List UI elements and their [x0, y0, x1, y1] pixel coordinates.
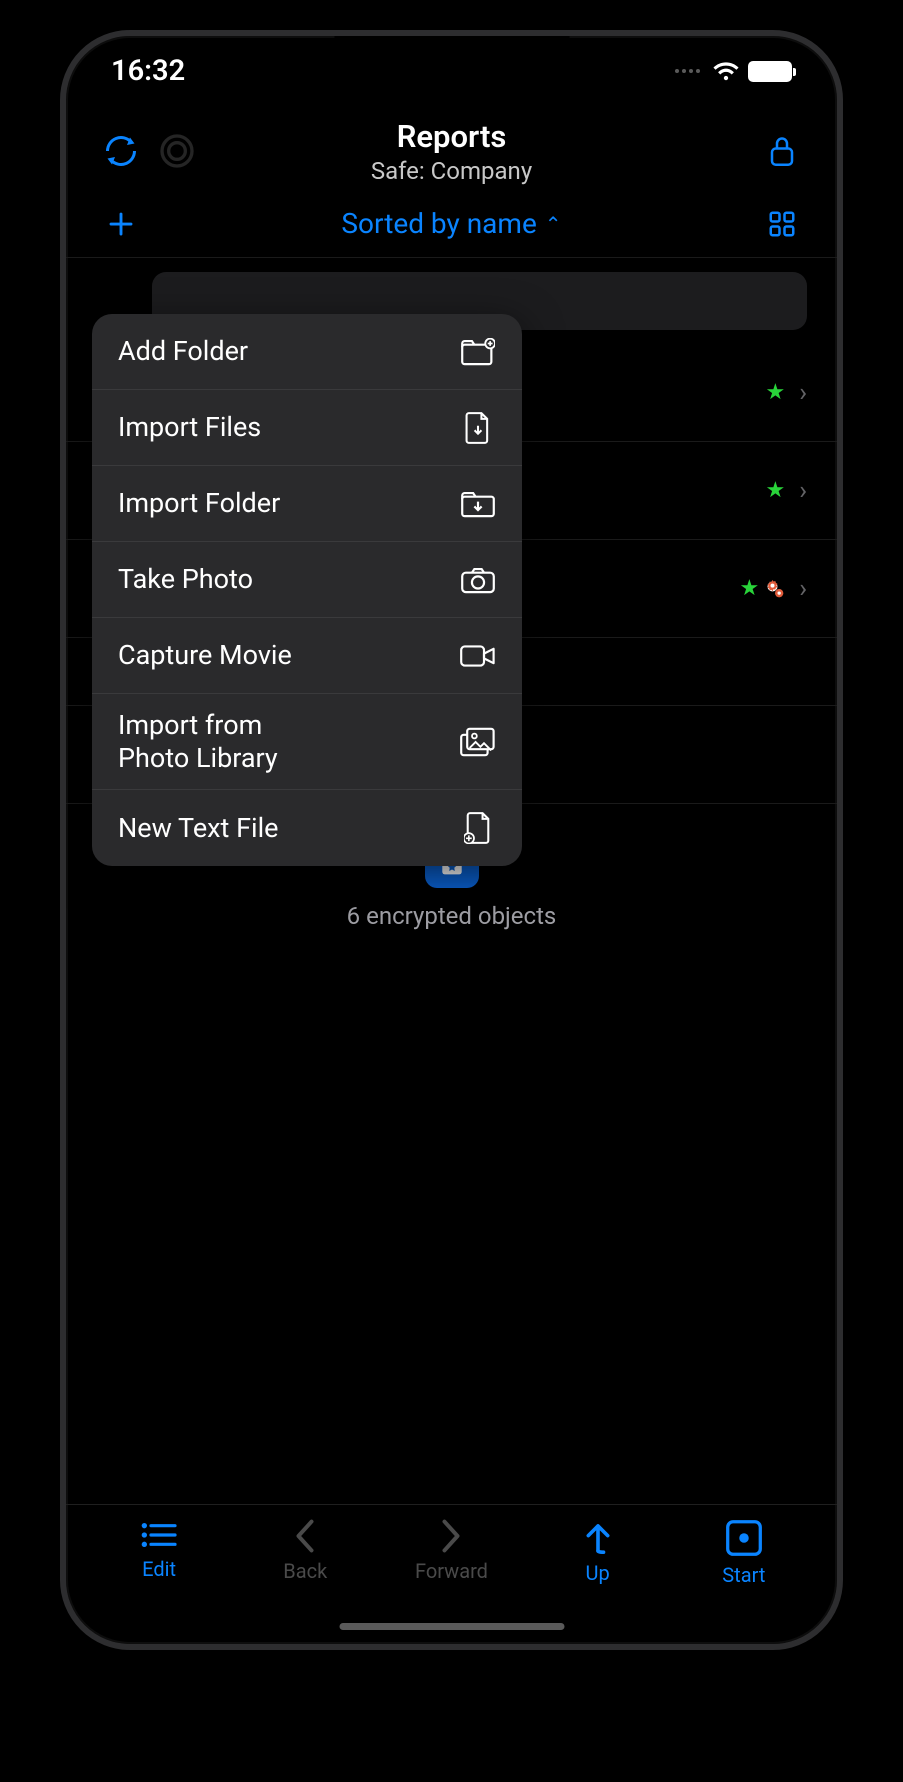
toolbar-back: Back — [255, 1519, 355, 1583]
menu-take-photo[interactable]: Take Photo — [92, 542, 522, 618]
sort-row: Sorted by name ⌃ — [66, 196, 837, 251]
toolbar-label: Forward — [415, 1559, 488, 1583]
toolbar-label: Start — [722, 1563, 765, 1587]
toolbar-label: Up — [586, 1561, 610, 1585]
page-title: Reports — [206, 118, 697, 155]
menu-import-files[interactable]: Import Files — [92, 390, 522, 466]
folder-plus-icon — [460, 338, 496, 366]
menu-capture-movie[interactable]: Capture Movie — [92, 618, 522, 694]
menu-label: Import Folder — [118, 487, 280, 519]
add-button[interactable] — [96, 199, 146, 249]
menu-add-folder[interactable]: Add Folder — [92, 314, 522, 390]
file-new-icon — [460, 812, 496, 844]
favorite-star-icon: ★ — [765, 478, 785, 503]
toolbar-up[interactable]: Up — [548, 1519, 648, 1585]
chevron-right-icon: › — [799, 378, 807, 408]
toolbar-label: Back — [283, 1559, 327, 1583]
add-menu-popover: Add Folder Import Files Import Folder Ta… — [92, 314, 522, 866]
status-time: 16:32 — [111, 54, 185, 88]
wifi-icon — [713, 61, 739, 81]
menu-label: Capture Movie — [118, 639, 292, 671]
video-icon — [460, 644, 496, 668]
sync-gear-icon — [765, 579, 785, 599]
grid-view-button[interactable] — [757, 199, 807, 249]
menu-label: Import Files — [118, 411, 261, 443]
sort-label: Sorted by name — [341, 207, 536, 240]
chevron-right-icon: › — [799, 574, 807, 604]
chevron-right-icon: › — [799, 476, 807, 506]
camera-icon — [460, 566, 496, 594]
page-subtitle: Safe: Company — [206, 157, 697, 185]
sort-control[interactable]: Sorted by name ⌃ — [146, 207, 757, 240]
home-indicator[interactable] — [339, 1623, 564, 1630]
toolbar-start[interactable]: Start — [694, 1519, 794, 1587]
cellular-dots-icon — [675, 69, 700, 73]
menu-import-folder[interactable]: Import Folder — [92, 466, 522, 542]
menu-label: New Text File — [118, 812, 278, 844]
menu-label: Take Photo — [118, 563, 253, 595]
phone-frame: 16:32 Reports Safe: Company — [60, 30, 843, 1650]
battery-icon — [748, 61, 792, 82]
menu-new-text-file[interactable]: New Text File — [92, 790, 522, 866]
folder-import-icon — [460, 490, 496, 518]
nav-bar: Reports Safe: Company — [66, 106, 837, 196]
menu-label: Add Folder — [118, 335, 248, 367]
favorite-star-icon: ★ — [739, 576, 759, 601]
target-icon — [152, 126, 202, 176]
toolbar-edit[interactable]: Edit — [109, 1519, 209, 1581]
device-notch — [334, 36, 569, 78]
sync-button[interactable] — [96, 126, 146, 176]
file-import-icon — [460, 412, 496, 444]
photos-icon — [460, 727, 496, 757]
toolbar-label: Edit — [142, 1557, 176, 1581]
chevron-up-icon: ⌃ — [545, 212, 562, 236]
lock-button[interactable] — [757, 126, 807, 176]
menu-import-photo-library[interactable]: Import from Photo Library — [92, 694, 522, 790]
summary-text: 6 encrypted objects — [347, 902, 557, 930]
toolbar-forward: Forward — [401, 1519, 501, 1583]
menu-label: Import from Photo Library — [118, 709, 278, 774]
favorite-star-icon: ★ — [765, 380, 785, 405]
